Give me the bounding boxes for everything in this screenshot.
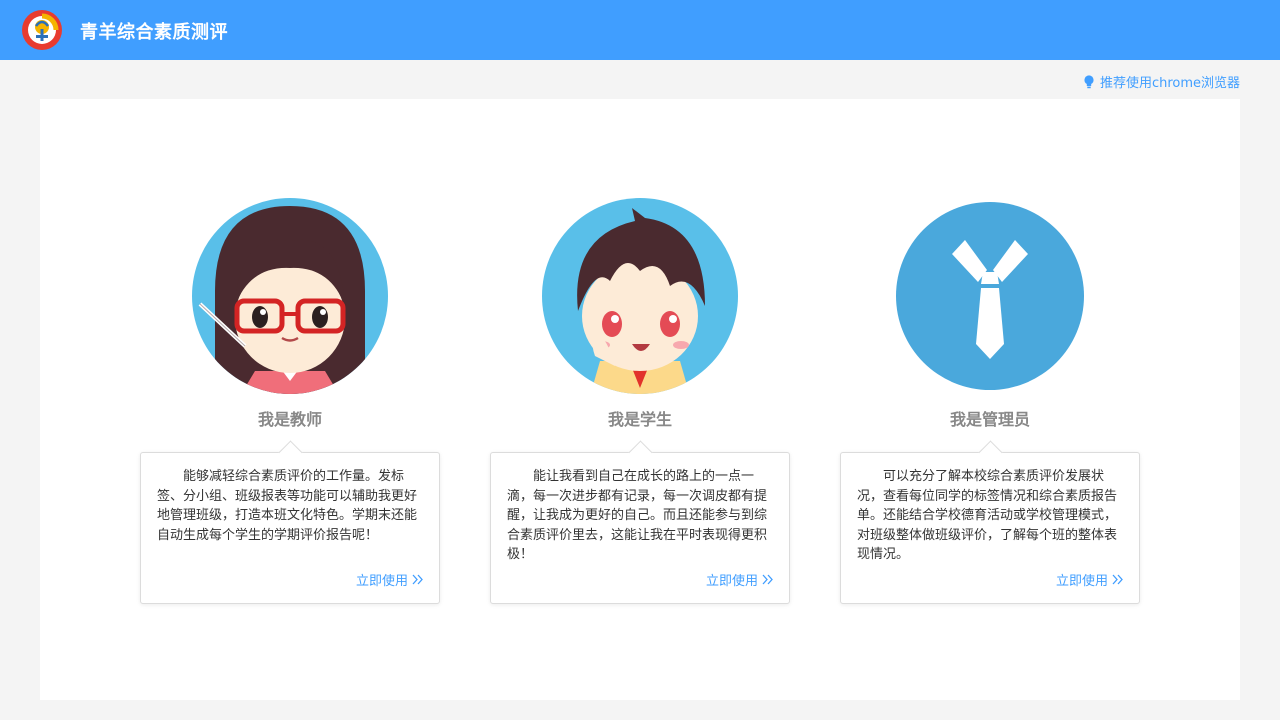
use-now-label: 立即使用 xyxy=(1055,574,1108,589)
role-title-teacher: 我是教师 xyxy=(257,410,322,429)
role-title-admin: 我是管理员 xyxy=(949,410,1030,429)
role-card-admin: 可以充分了解本校综合素质评价发展状况，查看每位同学的标签情况和综合素质报告单。还… xyxy=(840,452,1140,604)
teacher-avatar-icon[interactable] xyxy=(190,196,390,396)
admin-tie-icon[interactable] xyxy=(890,196,1090,396)
use-now-label: 立即使用 xyxy=(355,574,408,589)
use-now-label: 立即使用 xyxy=(705,574,758,589)
role-card-teacher: 能够减轻综合素质评价的工作量。发标签、分小组、班级报表等功能可以辅助我更好地管理… xyxy=(140,452,440,604)
browser-tip-text: 推荐使用chrome浏览器 xyxy=(1099,76,1240,91)
browser-tip: 推荐使用chrome浏览器 xyxy=(1083,72,1240,91)
double-chevron-right-icon xyxy=(762,574,773,585)
role-card-student: 能让我看到自己在成长的路上的一点一滴，每一次进步都有记录，每一次调皮都有提醒，让… xyxy=(490,452,790,604)
logo-icon xyxy=(22,10,62,50)
use-now-link-teacher[interactable]: 立即使用 xyxy=(356,570,423,589)
role-description-student: 能让我看到自己在成长的路上的一点一滴，每一次进步都有记录，每一次调皮都有提醒，让… xyxy=(507,469,768,562)
double-chevron-right-icon xyxy=(412,574,423,585)
double-chevron-right-icon xyxy=(1112,574,1123,585)
top-bar: 青羊综合素质测评 xyxy=(0,0,1280,60)
role-title-student: 我是学生 xyxy=(607,410,672,429)
use-now-link-admin[interactable]: 立即使用 xyxy=(1056,570,1123,589)
use-now-link-student[interactable]: 立即使用 xyxy=(706,570,773,589)
role-description-admin: 可以充分了解本校综合素质评价发展状况，查看每位同学的标签情况和综合素质报告单。还… xyxy=(857,469,1118,562)
role-description-teacher: 能够减轻综合素质评价的工作量。发标签、分小组、班级报表等功能可以辅助我更好地管理… xyxy=(157,469,418,543)
app-title: 青羊综合素质测评 xyxy=(80,22,228,43)
main-panel: 我是教师 能够减轻综合素质评价的工作量。发标签、分小组、班级报表等功能可以辅助我… xyxy=(40,99,1240,700)
student-avatar-icon[interactable] xyxy=(540,196,740,396)
lightbulb-icon xyxy=(1084,74,1094,88)
